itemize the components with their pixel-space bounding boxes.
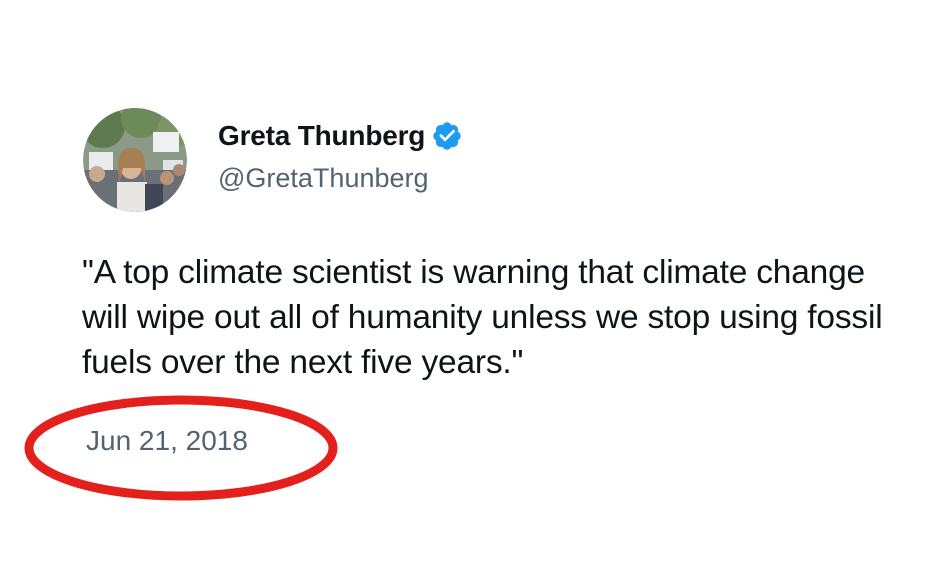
tweet-card: Greta Thunberg @GretaThunberg "A top cli… xyxy=(0,0,945,568)
tweet-timestamp[interactable]: Jun 21, 2018 xyxy=(86,425,248,457)
author-handle[interactable]: @GretaThunberg xyxy=(218,163,429,194)
verified-badge-icon xyxy=(431,120,463,152)
avatar-photo-icon xyxy=(83,108,187,212)
author-avatar[interactable] xyxy=(83,108,187,212)
author-display-name[interactable]: Greta Thunberg xyxy=(218,120,425,152)
tweet-text: "A top climate scientist is warning that… xyxy=(82,254,883,381)
author-name-row[interactable]: Greta Thunberg xyxy=(218,118,463,154)
